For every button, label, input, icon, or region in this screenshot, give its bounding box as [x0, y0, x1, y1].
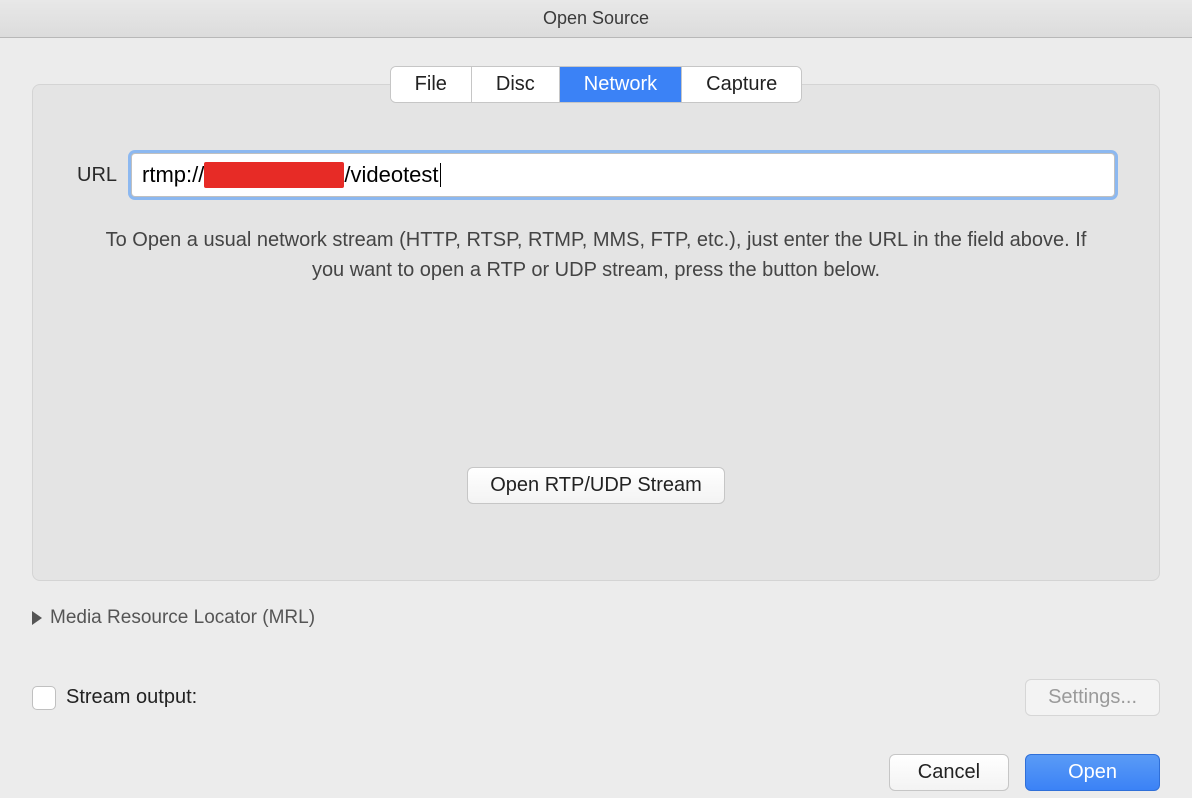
stream-output-label: Stream output: [66, 686, 197, 709]
settings-button: Settings... [1025, 679, 1160, 716]
stream-output-checkbox[interactable] [32, 686, 56, 710]
mrl-label: Media Resource Locator (MRL) [50, 607, 315, 629]
redacted-host [204, 162, 344, 188]
help-text: To Open a usual network stream (HTTP, RT… [77, 225, 1115, 285]
url-value-prefix: rtmp:// [142, 162, 204, 188]
disclosure-triangle-icon [32, 611, 42, 625]
url-label: URL [77, 164, 117, 187]
stream-output-row: Stream output: Settings... [32, 679, 1160, 716]
url-row: URL rtmp:// /videotest [77, 153, 1115, 197]
url-value-suffix: /videotest [344, 162, 438, 188]
rtp-button-wrapper: Open RTP/UDP Stream [77, 467, 1115, 504]
tab-capture[interactable]: Capture [682, 67, 801, 102]
network-panel: URL rtmp:// /videotest To Open a usual ne… [32, 84, 1160, 581]
window-title: Open Source [0, 0, 1192, 38]
cancel-button[interactable]: Cancel [889, 754, 1009, 791]
tab-bar-wrapper: File Disc Network Capture [32, 66, 1160, 103]
url-input[interactable]: rtmp:// /videotest [131, 153, 1115, 197]
open-button[interactable]: Open [1025, 754, 1160, 791]
tab-file[interactable]: File [391, 67, 472, 102]
dialog-footer-buttons: Cancel Open [32, 754, 1160, 791]
text-caret [440, 163, 441, 187]
tab-bar: File Disc Network Capture [390, 66, 803, 103]
tab-disc[interactable]: Disc [472, 67, 560, 102]
mrl-disclosure[interactable]: Media Resource Locator (MRL) [32, 607, 1160, 629]
open-rtp-udp-button[interactable]: Open RTP/UDP Stream [467, 467, 725, 504]
dialog-content: File Disc Network Capture URL rtmp:// /vi… [0, 38, 1192, 798]
tab-network[interactable]: Network [560, 67, 682, 102]
